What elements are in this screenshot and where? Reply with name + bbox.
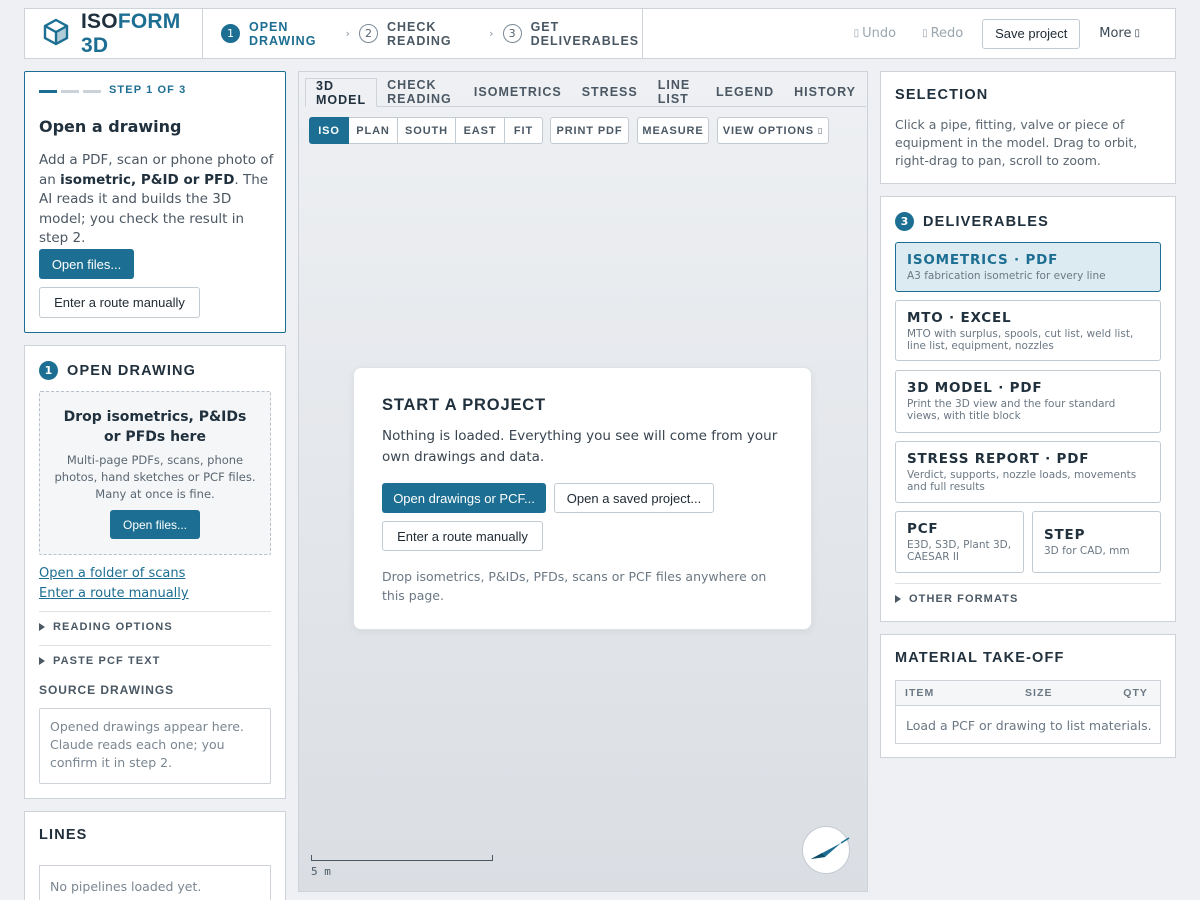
step-number-badge: 3	[895, 212, 914, 231]
drop-zone-open-files-button[interactable]: Open files...	[110, 510, 200, 539]
measure-button[interactable]: MEASURE	[637, 117, 709, 144]
reading-options-toggle[interactable]: READING OPTIONS	[39, 621, 173, 633]
view-plan-button[interactable]: PLAN	[349, 117, 398, 144]
disclosure-triangle-icon	[39, 623, 45, 631]
open-folder-link[interactable]: Open a folder of scans	[39, 566, 185, 581]
tab-3d-model[interactable]: 3D MODEL	[305, 78, 378, 107]
logo[interactable]: ISOFORM 3D	[25, 9, 203, 58]
tab-isometrics[interactable]: ISOMETRICS	[464, 78, 572, 106]
step-progress-label: STEP 1 OF 3	[109, 84, 187, 96]
start-project-title: START A PROJECT	[382, 396, 546, 414]
wizard-step-3[interactable]: GET DELIVERABLES	[531, 20, 642, 48]
open-saved-project-button[interactable]: Open a saved project...	[554, 483, 714, 513]
panel-title: OPEN DRAWING	[67, 362, 197, 379]
mto-column-qty[interactable]: QTY	[1123, 687, 1148, 699]
enter-route-manually-link[interactable]: Enter a route manually	[39, 586, 189, 601]
scale-label: 5 m	[311, 865, 331, 878]
app-title: ISOFORM 3D	[81, 9, 181, 57]
tab-check-reading[interactable]: CHECK READING	[377, 78, 464, 106]
mto-table-header: ITEM SIZE QTY	[896, 681, 1160, 706]
undo-button[interactable]: ▯ Undo	[841, 26, 909, 41]
lines-panel: LINES No pipelines loaded yet.	[24, 811, 286, 900]
top-bar: ISOFORM 3D 1 OPEN DRAWING › 2 CHECK READ…	[24, 8, 1176, 59]
chevron-down-icon: ▯	[817, 126, 824, 135]
deliverable-stress-report-pdf[interactable]: STRESS REPORT · PDF Verdict, supports, n…	[895, 441, 1161, 503]
compass-icon[interactable]	[802, 826, 850, 874]
open-drawings-or-pcf-button[interactable]: Open drawings or PCF...	[382, 483, 546, 513]
open-files-button[interactable]: Open files...	[39, 249, 134, 279]
deliverable-3d-model-pdf[interactable]: 3D MODEL · PDF Print the 3D view and the…	[895, 370, 1161, 433]
disclosure-triangle-icon	[39, 657, 45, 665]
chevron-right-icon: ›	[345, 27, 350, 40]
mto-column-size[interactable]: SIZE	[1025, 687, 1053, 699]
deliverable-pcf[interactable]: PCF E3D, S3D, Plant 3D, CAESAR II	[895, 511, 1024, 573]
drop-zone-title: Drop isometrics, P&IDs or PFDs here	[63, 409, 247, 445]
step-title: Open a drawing	[39, 117, 182, 136]
step-number-badge: 1	[39, 361, 58, 380]
enter-route-manually-button[interactable]: Enter a route manually	[39, 287, 200, 318]
isoform-logo-icon	[43, 18, 69, 50]
deliverables-title: DELIVERABLES	[923, 213, 1049, 230]
tab-line-list[interactable]: LINE LIST	[648, 78, 706, 106]
paste-pcf-toggle[interactable]: PASTE PCF TEXT	[39, 655, 160, 667]
lines-list: No pipelines loaded yet.	[39, 865, 271, 900]
mto-column-item[interactable]: ITEM	[905, 687, 934, 699]
lines-empty: No pipelines loaded yet.	[50, 879, 202, 894]
view-options-button[interactable]: VIEW OPTIONS ▯	[717, 117, 829, 144]
wizard-step-2-number[interactable]: 2	[358, 24, 378, 43]
start-project-dialog: START A PROJECT Nothing is loaded. Every…	[353, 367, 812, 630]
deliverable-step[interactable]: STEP 3D for CAD, mm	[1032, 511, 1161, 573]
wizard-steps: 1 OPEN DRAWING › 2 CHECK READING › 3 GET…	[203, 9, 643, 58]
tab-history[interactable]: HISTORY	[784, 78, 866, 106]
source-drawings-list: Opened drawings appear here. Claude read…	[39, 708, 271, 784]
selection-title: SELECTION	[895, 87, 989, 103]
step-description: Add a PDF, scan or phone photo of an iso…	[39, 152, 274, 246]
view-segmented-control: ISO PLAN SOUTH EAST FIT	[309, 117, 543, 144]
more-menu-button[interactable]: More ▯	[1086, 26, 1153, 41]
disclosure-triangle-icon	[895, 595, 901, 603]
undo-icon: ▯	[853, 28, 860, 39]
step-guide-card: STEP 1 OF 3 Open a drawing Add a PDF, sc…	[24, 71, 286, 333]
source-drawings-title: SOURCE DRAWINGS	[39, 683, 175, 697]
scale-bar	[311, 855, 493, 861]
view-south-button[interactable]: SOUTH	[398, 117, 456, 144]
tab-legend[interactable]: LEGEND	[706, 78, 784, 106]
other-formats-toggle[interactable]: OTHER FORMATS	[895, 593, 1018, 605]
chevron-down-icon: ▯	[1134, 28, 1140, 39]
mto-title: MATERIAL TAKE-OFF	[895, 650, 1065, 666]
mto-table: ITEM SIZE QTY Load a PCF or drawing to l…	[895, 680, 1161, 744]
deliverable-isometrics-pdf[interactable]: ISOMETRICS · PDF A3 fabrication isometri…	[895, 242, 1161, 292]
wizard-step-3-number[interactable]: 3	[502, 24, 522, 43]
redo-button[interactable]: ▯ Redo	[909, 26, 976, 41]
view-iso-button[interactable]: ISO	[309, 117, 349, 144]
wizard-step-2[interactable]: CHECK READING	[387, 20, 480, 48]
start-project-text: Nothing is loaded. Everything you see wi…	[382, 428, 778, 465]
mto-empty: Load a PCF or drawing to list materials.	[906, 718, 1152, 733]
selection-text: Click a pipe, fitting, valve or piece of…	[895, 117, 1138, 168]
main-tabs: 3D MODEL CHECK READING ISOMETRICS STRESS…	[305, 78, 866, 107]
print-pdf-button[interactable]: PRINT PDF	[550, 117, 629, 144]
lines-title: LINES	[39, 827, 88, 843]
start-project-hint: Drop isometrics, P&IDs, PFDs, scans or P…	[382, 569, 767, 603]
wizard-step-1-number[interactable]: 1	[221, 24, 240, 43]
save-project-button[interactable]: Save project	[982, 18, 1081, 49]
wizard-step-1[interactable]: OPEN DRAWING	[249, 20, 337, 48]
source-drawings-empty: Opened drawings appear here. Claude read…	[50, 719, 244, 770]
chevron-right-icon: ›	[489, 27, 494, 40]
view-east-button[interactable]: EAST	[456, 117, 505, 144]
step-progress-bar	[39, 90, 101, 93]
drop-zone[interactable]: Drop isometrics, P&IDs or PFDs here Mult…	[39, 391, 271, 555]
open-drawing-panel: 1 OPEN DRAWING Drop isometrics, P&IDs or…	[24, 345, 286, 799]
redo-icon: ▯	[922, 28, 928, 39]
selection-panel: SELECTION Click a pipe, fitting, valve o…	[880, 71, 1176, 184]
start-enter-route-manually-button[interactable]: Enter a route manually	[382, 521, 543, 551]
deliverable-mto-excel[interactable]: MTO · EXCEL MTO with surplus, spools, cu…	[895, 300, 1161, 361]
view-fit-button[interactable]: FIT	[505, 117, 543, 144]
tab-stress[interactable]: STRESS	[572, 78, 648, 106]
material-takeoff-panel: MATERIAL TAKE-OFF ITEM SIZE QTY Load a P…	[880, 634, 1176, 758]
drop-zone-text: Multi-page PDFs, scans, phone photos, ha…	[54, 453, 256, 501]
